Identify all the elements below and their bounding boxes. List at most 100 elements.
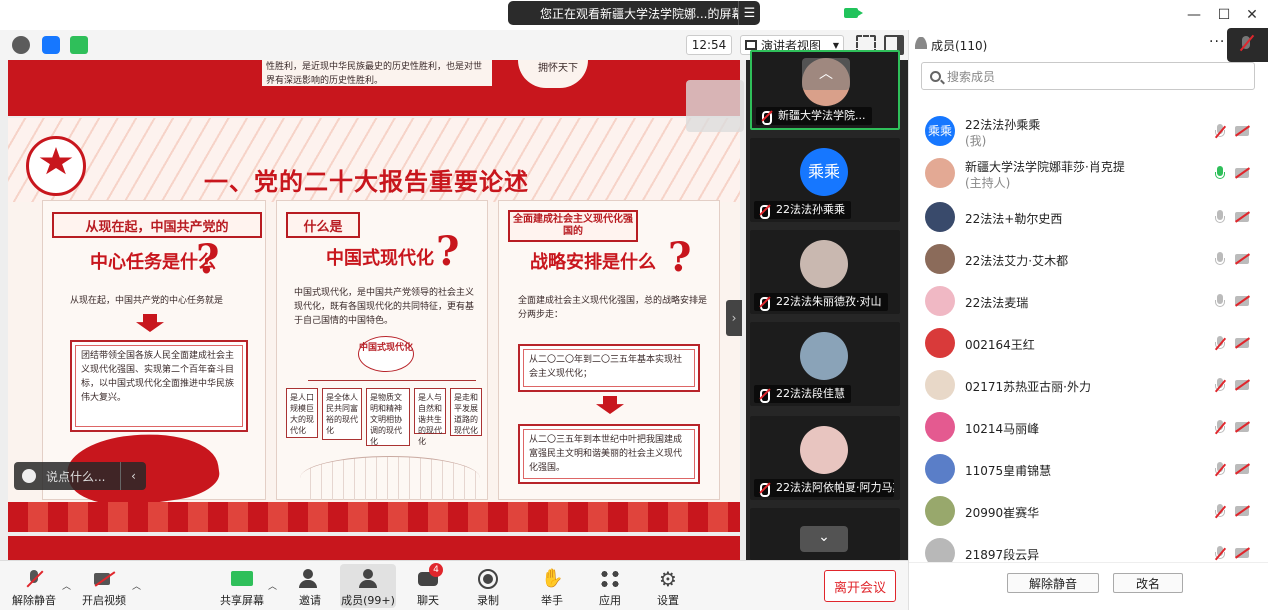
connector-line xyxy=(308,380,476,381)
member-search-input[interactable]: 搜索成员 xyxy=(921,62,1255,90)
record-button[interactable]: 录制 xyxy=(468,564,508,608)
camera-off-icon[interactable] xyxy=(1235,422,1249,432)
step-one-text: 从二〇二〇年到二〇三五年基本实现社会主义现代化； xyxy=(529,355,683,379)
mic-icon[interactable] xyxy=(1215,252,1225,268)
video-tile[interactable]: 乘乘 22法法孙乘乘 xyxy=(750,138,900,222)
gallery-toggle-button[interactable]: › xyxy=(726,300,742,336)
close-button[interactable]: ✕ xyxy=(1242,5,1262,25)
mic-muted-icon[interactable] xyxy=(1215,378,1225,394)
slide-fragment-text: 性胜利，是近现中华民族最史的历史性胜利，也是对世界有深远影响的历史性胜利。 xyxy=(266,62,483,86)
signal-icon[interactable] xyxy=(70,36,88,54)
mic-icon[interactable] xyxy=(1215,166,1225,182)
chevron-up-icon[interactable]: ︿ xyxy=(132,579,141,592)
record-label: 录制 xyxy=(477,594,499,607)
chat-button[interactable]: 4 聊天 xyxy=(408,563,448,608)
shield-icon[interactable] xyxy=(42,36,60,54)
slide-next xyxy=(8,536,740,560)
shared-screen[interactable]: 性胜利，是近现中华民族最史的历史性胜利，也是对世界有深远影响的历史性胜利。 拥怀… xyxy=(0,60,746,560)
member-row[interactable]: 乘乘 22法法孙乘乘 (我) xyxy=(909,110,1268,152)
video-tile[interactable]: ⌄ xyxy=(750,508,900,560)
camera-off-icon xyxy=(93,569,116,589)
member-name: 22法法麦瑞 xyxy=(965,296,1029,310)
member-row[interactable]: 02171苏热亚古丽·外力 xyxy=(909,364,1268,406)
unmute-button[interactable]: 解除静音 xyxy=(12,564,56,608)
meeting-timer: 12:54 xyxy=(686,35,732,55)
mic-muted-icon[interactable] xyxy=(1215,504,1225,520)
video-tile[interactable]: 22法法阿依帕夏·阿力马斯 xyxy=(750,416,900,500)
camera-off-icon[interactable] xyxy=(1235,212,1249,222)
minimize-button[interactable]: — xyxy=(1184,5,1204,25)
mic-muted-icon[interactable] xyxy=(1215,124,1225,140)
camera-off-icon[interactable] xyxy=(1235,126,1249,136)
more-icon[interactable]: ··· xyxy=(1209,34,1225,50)
camera-off-icon[interactable] xyxy=(1235,254,1249,264)
mic-muted-icon[interactable] xyxy=(1215,420,1225,436)
video-tile[interactable]: 22法法段佳慧 xyxy=(750,322,900,406)
chat-input-pill[interactable]: 说点什么... ‹ xyxy=(14,462,146,490)
camera-off-icon[interactable] xyxy=(1235,464,1249,474)
tile-name: 22法法孙乘乘 xyxy=(754,201,851,219)
step-two-box: 从二〇三五年到本世纪中叶把我国建成富强民主文明和谐美丽的社会主义现代化强国。 xyxy=(518,424,700,484)
camera-icon xyxy=(844,8,863,18)
leave-meeting-button[interactable]: 离开会议 xyxy=(824,570,896,602)
invite-button[interactable]: 邀请 xyxy=(290,564,330,608)
share-screen-label: 共享屏幕 xyxy=(220,594,264,607)
camera-off-icon[interactable] xyxy=(1235,548,1249,558)
mic-muted-indicator[interactable] xyxy=(1227,28,1268,62)
mic-muted-icon[interactable] xyxy=(1215,546,1225,562)
video-tile[interactable]: ︿ 新疆大学法学院... xyxy=(750,50,900,130)
tile-name: 22法法阿依帕夏·阿力马斯 xyxy=(754,479,894,497)
share-screen-button[interactable]: 共享屏幕 xyxy=(220,564,264,608)
member-row[interactable]: 11075皇甫锦慧 xyxy=(909,448,1268,490)
floating-thumbnail[interactable] xyxy=(686,80,744,132)
video-tile[interactable]: 22法法朱丽德孜·对山 xyxy=(750,230,900,314)
member-row[interactable]: 22法法+勒尔史西 xyxy=(909,196,1268,238)
question-mark: ? xyxy=(196,236,220,283)
unmute-label: 解除静音 xyxy=(12,594,56,607)
mic-muted-icon[interactable] xyxy=(1215,336,1225,352)
slide-title: 一、党的二十大报告重要论述 xyxy=(204,167,529,196)
member-row[interactable]: 22法法艾力·艾木都 xyxy=(909,238,1268,280)
rename-button[interactable]: 改名 xyxy=(1113,573,1183,593)
member-row[interactable]: 22法法麦瑞 xyxy=(909,280,1268,322)
member-row[interactable]: 002164王红 xyxy=(909,322,1268,364)
apps-button[interactable]: 应用 xyxy=(590,564,630,608)
maximize-button[interactable]: ☐ xyxy=(1214,5,1234,25)
member-row[interactable]: 10214马丽峰 xyxy=(909,406,1268,448)
camera-off-icon[interactable] xyxy=(1235,338,1249,348)
emoji-icon[interactable] xyxy=(22,469,36,483)
chevron-up-icon[interactable]: ︿ xyxy=(62,579,71,592)
camera-off-icon[interactable] xyxy=(1235,168,1249,178)
raise-hand-button[interactable]: ✋ 举手 xyxy=(532,564,572,608)
member-panel: 成员(110) ··· 搜索成员 乘乘 22法法孙乘乘 (我) 新疆大学法学院娜菲莎·… xyxy=(908,30,1268,610)
question-mark: ? xyxy=(668,234,692,281)
share-screen-icon xyxy=(231,569,253,589)
camera-off-icon[interactable] xyxy=(1235,506,1249,516)
list-icon[interactable]: ☰ xyxy=(738,1,760,25)
step-two-text: 从二〇三五年到本世纪中叶把我国建成富强民主文明和谐美丽的社会主义现代化强国。 xyxy=(529,435,683,473)
camera-off-icon[interactable] xyxy=(1235,380,1249,390)
members-label: 成员(99+) xyxy=(341,594,395,607)
member-row[interactable]: 20990崔赛华 xyxy=(909,490,1268,532)
raise-hand-label: 举手 xyxy=(541,594,563,607)
screen-share-banner[interactable]: 您正在观看新疆大学法学院娜...的屏幕 ☰ xyxy=(508,1,863,25)
chevron-down-icon[interactable]: ⌄ xyxy=(800,526,848,552)
hand-icon: ✋ xyxy=(541,568,564,589)
member-row[interactable]: 新疆大学法学院娜菲莎·肖克提 (主持人) xyxy=(909,152,1268,194)
mic-icon[interactable] xyxy=(1215,294,1225,310)
mic-icon[interactable] xyxy=(1215,210,1225,226)
chevron-up-icon[interactable]: ︿ xyxy=(802,58,850,90)
youth-league-emblem xyxy=(26,136,86,196)
start-video-button[interactable]: 开启视频 xyxy=(82,564,126,608)
camera-off-icon[interactable] xyxy=(1235,296,1249,306)
heading-strategic-plan: 战略安排是什么 xyxy=(530,252,656,273)
mic-muted-icon[interactable] xyxy=(1215,462,1225,478)
members-button[interactable]: 成员(99+) xyxy=(340,564,396,608)
mute-all-unmute-button[interactable]: 解除静音 xyxy=(1007,573,1099,593)
add-user-icon xyxy=(299,569,321,589)
info-icon[interactable] xyxy=(12,36,30,54)
train-illustration xyxy=(300,456,480,500)
chevron-up-icon[interactable]: ︿ xyxy=(268,579,277,592)
settings-button[interactable]: ⚙ 设置 xyxy=(648,564,688,608)
chevron-left-icon[interactable]: ‹ xyxy=(120,462,146,490)
